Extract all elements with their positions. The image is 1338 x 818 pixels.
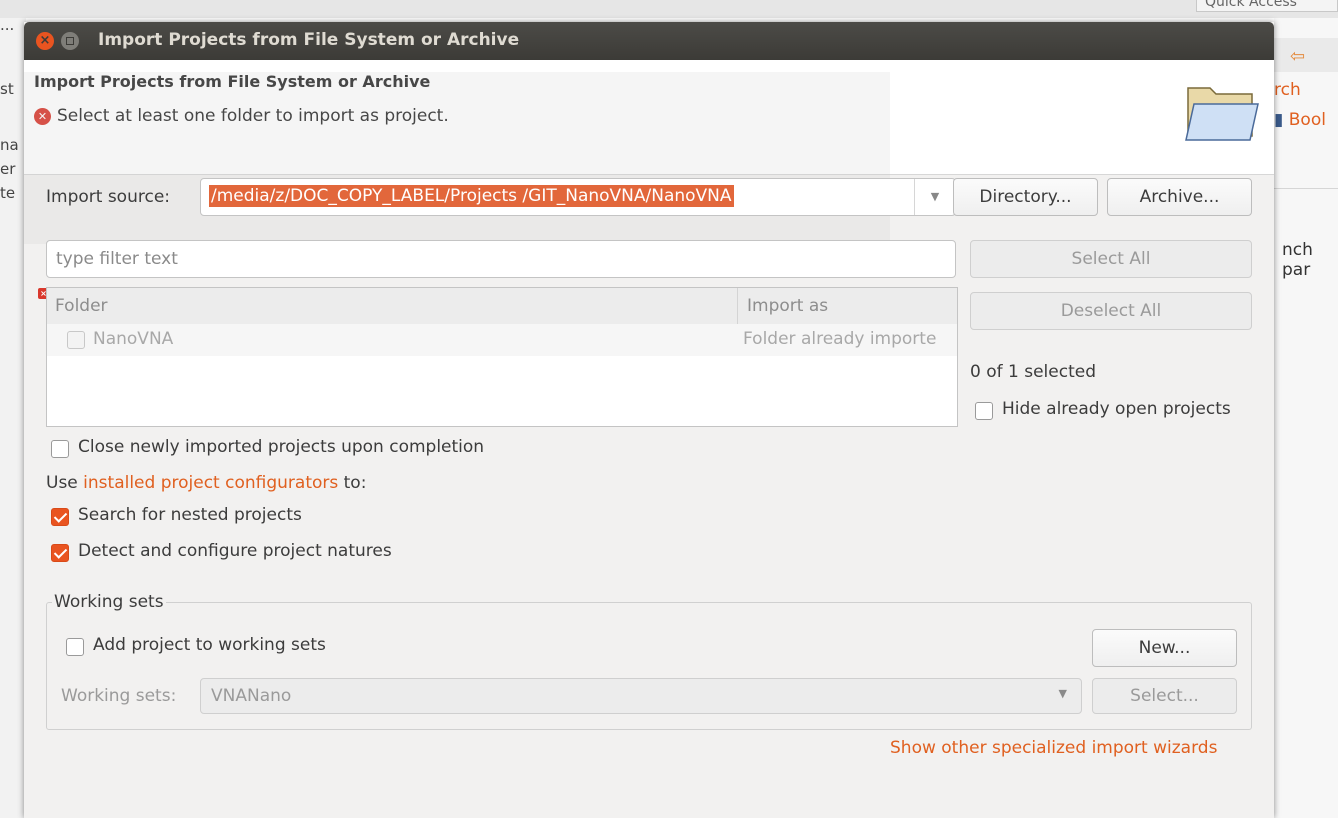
close-imported-label[interactable]: Close newly imported projects upon compl…	[78, 437, 484, 457]
row-import-status: Folder already importe	[743, 329, 937, 349]
working-sets-combo-label: Working sets:	[61, 686, 177, 706]
dialog-header: Import Projects from File System or Arch…	[24, 60, 1274, 175]
working-sets-title: Working sets	[52, 592, 166, 612]
import-dialog: × Import Projects from File System or Ar…	[24, 22, 1274, 818]
table-header: Folder Import as	[47, 288, 957, 325]
quick-access-text: Quick Access	[1205, 0, 1297, 10]
close-imported-checkbox[interactable]	[51, 440, 69, 458]
hide-open-label[interactable]: Hide already open projects	[1002, 399, 1231, 419]
divider	[1274, 188, 1338, 189]
left-fragment: st	[0, 80, 14, 98]
search-link[interactable]: rch	[1274, 80, 1301, 100]
hide-open-checkbox[interactable]	[975, 402, 993, 420]
deselect-all-button[interactable]: Deselect All	[970, 292, 1252, 330]
chevron-down-icon[interactable]: ▼	[914, 179, 955, 215]
book-icon: ▮	[1274, 110, 1284, 130]
folder-icon	[1185, 87, 1259, 141]
working-sets-combo[interactable]: VNANano ▼	[200, 678, 1082, 714]
add-to-working-sets-label[interactable]: Add project to working sets	[93, 635, 326, 655]
import-source-combo[interactable]: /media/z/DOC_COPY_LABEL/Projects /GIT_Na…	[200, 178, 956, 216]
left-fragment: te	[0, 184, 16, 202]
search-nested-label[interactable]: Search for nested projects	[78, 505, 302, 525]
maximize-window-button[interactable]	[61, 32, 79, 50]
working-sets-combo-value: VNANano	[211, 686, 292, 706]
archive-button[interactable]: Archive...	[1107, 178, 1252, 216]
column-header-import-as[interactable]: Import as	[747, 296, 828, 316]
configurators-link[interactable]: installed project configurators	[83, 473, 338, 493]
use-suffix: to:	[343, 473, 367, 493]
bookmark-link-label: Bool	[1288, 110, 1326, 130]
new-working-set-button[interactable]: New...	[1092, 629, 1237, 667]
bookmark-link[interactable]: ▮ Bool	[1274, 110, 1326, 130]
search-nested-checkbox[interactable]	[51, 508, 69, 526]
back-arrow-icon[interactable]: ⇦	[1290, 46, 1305, 67]
column-divider[interactable]	[737, 288, 738, 324]
column-header-folder[interactable]: Folder	[55, 296, 108, 316]
quick-access-field[interactable]: Quick Access	[1196, 0, 1338, 12]
ide-right-panel: ⇦ rch ▮ Bool nch par	[1274, 18, 1338, 818]
table-row[interactable]: NanoVNA Folder already importe	[47, 324, 957, 356]
import-source-label: Import source:	[46, 187, 171, 207]
use-prefix: Use	[46, 473, 78, 493]
selection-count: 0 of 1 selected	[970, 362, 1096, 382]
select-all-button[interactable]: Select All	[970, 240, 1252, 278]
page-title: Import Projects from File System or Arch…	[34, 72, 431, 91]
ide-left-panel: ... st na er te	[0, 16, 26, 818]
row-folder-name: NanoVNA	[93, 329, 174, 349]
chevron-down-icon[interactable]: ▼	[1059, 687, 1067, 700]
projects-table: Folder Import as NanoVNA Folder already …	[46, 287, 958, 427]
window-title: Import Projects from File System or Arch…	[98, 30, 520, 50]
filter-input[interactable]: type filter text	[46, 240, 956, 278]
right-toolbar	[1274, 38, 1338, 72]
detect-natures-label[interactable]: Detect and configure project natures	[78, 541, 392, 561]
left-fragment: ...	[0, 16, 15, 34]
left-fragment: na	[0, 136, 19, 154]
configurators-sentence: Use installed project configurators to:	[46, 473, 366, 493]
ide-toolbar-background	[0, 0, 1338, 18]
error-message: Select at least one folder to import as …	[57, 106, 449, 126]
window-titlebar: × Import Projects from File System or Ar…	[24, 22, 1274, 60]
detect-natures-checkbox[interactable]	[51, 544, 69, 562]
other-import-wizards-link[interactable]: Show other specialized import wizards	[890, 738, 1217, 758]
right-panel-text: nch par	[1282, 240, 1313, 280]
import-source-value[interactable]: /media/z/DOC_COPY_LABEL/Projects /GIT_Na…	[209, 185, 734, 207]
left-fragment: er	[0, 160, 16, 178]
select-working-set-button[interactable]: Select...	[1092, 678, 1237, 714]
directory-button[interactable]: Directory...	[953, 178, 1098, 216]
close-window-button[interactable]: ×	[36, 32, 54, 50]
row-checkbox[interactable]	[67, 331, 85, 349]
add-to-working-sets-checkbox[interactable]	[66, 638, 84, 656]
error-icon: ✕	[34, 108, 51, 125]
